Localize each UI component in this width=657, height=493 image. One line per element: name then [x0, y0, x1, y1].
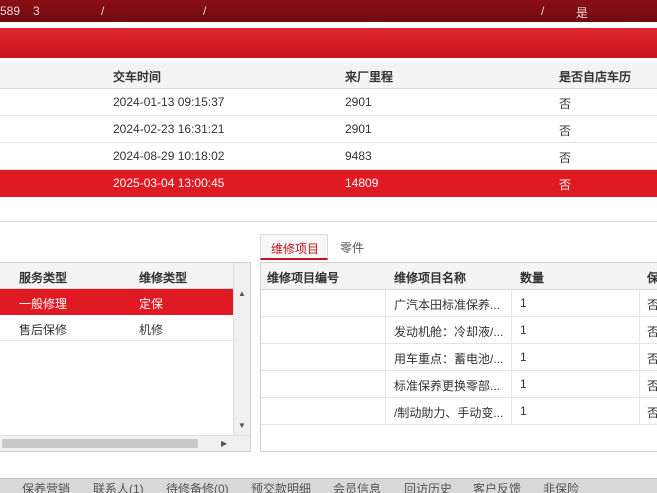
top-info-bar: 589 3 / / / 是: [0, 0, 657, 22]
horizontal-scroll-thumb[interactable]: [2, 439, 198, 448]
cell-warranty: 否: [647, 350, 657, 367]
topbar-text-2: 3: [33, 4, 40, 18]
cell-quantity: 1: [520, 404, 527, 418]
bottom-tab-prepayment[interactable]: 预交款明细: [251, 480, 311, 493]
table-row[interactable]: 广汽本田标准保养... 1 否: [261, 290, 657, 317]
table-row[interactable]: 售后保修 机修: [0, 315, 233, 341]
cell-repair-type: 定保: [139, 297, 164, 311]
cell-item-name: 广汽本田标准保养...: [394, 298, 501, 312]
table-row[interactable]: 发动机舱：冷却液/... 1 否: [261, 317, 657, 344]
bottom-tab-member-info[interactable]: 会员信息: [333, 480, 381, 493]
column-header-item-code[interactable]: 维修项目编号: [267, 269, 339, 286]
table-row-selected[interactable]: 2025-03-04 13:00:45 14809 否: [0, 170, 657, 197]
cell-quantity: 1: [520, 377, 527, 391]
cell-mileage: 2901: [345, 95, 372, 109]
bottom-tab-contacts[interactable]: 联系人(1): [93, 480, 144, 493]
cell-service-type: 售后保修: [19, 323, 68, 337]
cell-item-name: 发动机舱：冷却液/...: [394, 325, 504, 339]
grid-header-row: 服务类型 维修类型: [0, 263, 233, 289]
column-header-quantity[interactable]: 数量: [520, 269, 544, 286]
bottom-tab-followup-history[interactable]: 回访历史: [404, 480, 452, 493]
column-header-mileage[interactable]: 来厂里程: [345, 68, 393, 85]
bottom-tab-customer-feedback[interactable]: 客户反馈: [473, 480, 521, 493]
cell-service-type: 一般修理: [19, 297, 68, 311]
cell-own-store: 否: [559, 97, 572, 111]
cell-item-name: 标准保养更换零部...: [394, 379, 501, 393]
topbar-text-1: 589: [0, 4, 21, 18]
cell-delivery-time: 2024-01-13 09:15:37: [113, 95, 225, 109]
bottom-tab-bar: 保养营销 联系人(1) 待修备修(0) 预交款明细 会员信息 回访历史 客户反馈…: [0, 478, 657, 493]
cell-warranty: 否: [647, 296, 657, 313]
cell-mileage: 2901: [345, 122, 372, 136]
cell-item-name: 用车重点：蓄电池/...: [394, 352, 504, 366]
table-row[interactable]: 标准保养更换零部... 1 否: [261, 371, 657, 398]
table-row-selected[interactable]: 一般修理 定保: [0, 289, 233, 315]
scroll-down-arrow-icon[interactable]: ▼: [238, 421, 246, 430]
cell-own-store: 否: [559, 124, 572, 138]
section-divider: [0, 221, 657, 222]
bottom-tab-pending-repairs[interactable]: 待修备修(0): [166, 480, 229, 493]
cell-quantity: 1: [520, 323, 527, 337]
column-header-service-type[interactable]: 服务类型: [19, 269, 67, 286]
cell-repair-type: 机修: [139, 323, 164, 337]
scroll-right-arrow-icon[interactable]: ▶: [221, 439, 227, 448]
tab-repair-items[interactable]: 维修项目: [260, 234, 328, 260]
horizontal-scrollbar[interactable]: ▶: [0, 435, 250, 451]
topbar-text-4: /: [203, 4, 207, 18]
cell-own-store: 否: [559, 178, 572, 192]
repair-items-grid: 维修项目编号 维修项目名称 数量 保 广汽本田标准保养... 1 否 发动机舱：…: [260, 262, 657, 452]
column-header-own-store[interactable]: 是否自店车历: [559, 68, 631, 85]
topbar-text-3: /: [101, 4, 105, 18]
cell-own-store: 否: [559, 151, 572, 165]
cell-warranty: 否: [647, 404, 657, 421]
grid-header-row: 维修项目编号 维修项目名称 数量 保: [261, 263, 657, 290]
table-row[interactable]: 2024-08-29 10:18:02 9483 否: [0, 143, 657, 170]
cell-warranty: 否: [647, 377, 657, 394]
tab-parts[interactable]: 零件: [340, 234, 380, 260]
topbar-text-6: 是: [576, 6, 589, 20]
topbar-text-5: /: [541, 4, 545, 18]
service-type-grid: 服务类型 维修类型 一般修理 定保 售后保修 机修 ▲ ▼ ▶: [0, 262, 251, 452]
vertical-scrollbar[interactable]: ▲ ▼: [233, 263, 250, 435]
grid-header-row: 交车时间 来厂里程 是否自店车历: [0, 62, 657, 89]
table-row[interactable]: 2024-01-13 09:15:37 2901 否: [0, 89, 657, 116]
cell-mileage: 9483: [345, 149, 372, 163]
cell-delivery-time: 2025-03-04 13:00:45: [113, 176, 225, 190]
cell-mileage: 14809: [345, 176, 379, 190]
table-row[interactable]: 用车重点：蓄电池/... 1 否: [261, 344, 657, 371]
section-header-band: [0, 28, 657, 58]
cell-delivery-time: 2024-08-29 10:18:02: [113, 149, 225, 163]
column-header-delivery-time[interactable]: 交车时间: [113, 68, 161, 85]
cell-warranty: 否: [647, 323, 657, 340]
cell-quantity: 1: [520, 350, 527, 364]
cell-item-name: /制动助力、手动变...: [394, 406, 504, 420]
column-header-item-name[interactable]: 维修项目名称: [394, 269, 466, 286]
bottom-tab-non-insurance[interactable]: 非保险: [543, 480, 579, 493]
column-header-warranty[interactable]: 保: [647, 269, 657, 286]
cell-delivery-time: 2024-02-23 16:31:21: [113, 122, 225, 136]
table-row[interactable]: 2024-02-23 16:31:21 2901 否: [0, 116, 657, 143]
cell-quantity: 1: [520, 296, 527, 310]
bottom-tab-maintenance-marketing[interactable]: 保养营销: [22, 480, 70, 493]
column-header-repair-type[interactable]: 维修类型: [139, 269, 187, 286]
table-row[interactable]: /制动助力、手动变... 1 否: [261, 398, 657, 425]
scroll-up-arrow-icon[interactable]: ▲: [238, 289, 246, 298]
